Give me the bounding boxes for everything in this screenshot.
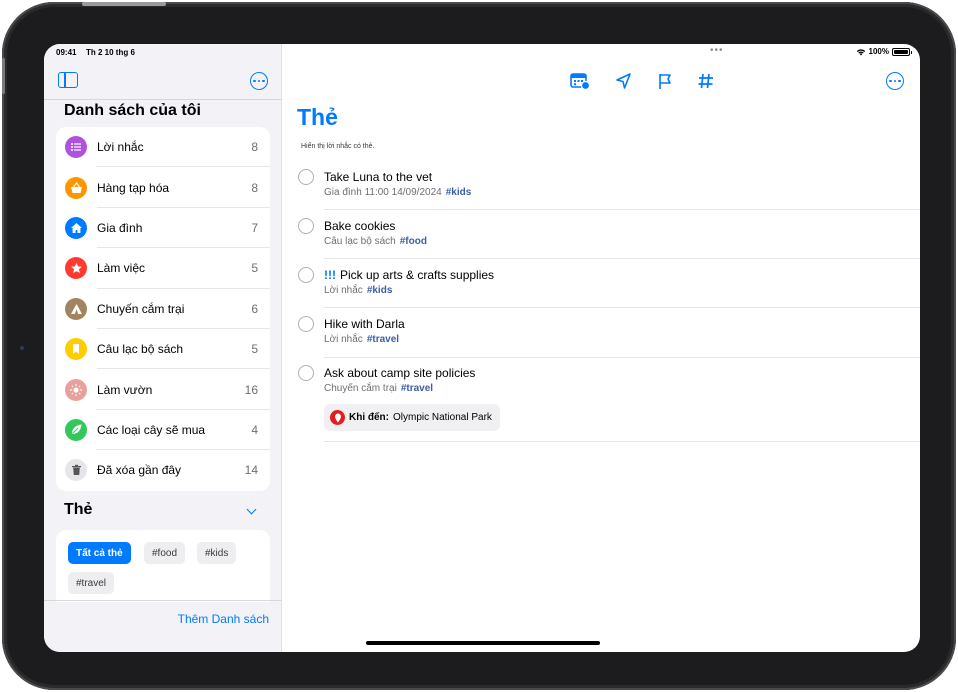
sidebar-more-icon[interactable]: [250, 72, 268, 90]
basket-icon: [65, 176, 87, 199]
status-indicators: 100%: [856, 47, 912, 56]
tag-chip-travel[interactable]: #travel: [68, 572, 115, 594]
add-list-button[interactable]: Thêm Danh sách: [178, 612, 269, 626]
reminder-title[interactable]: Take Luna to the vet: [324, 170, 432, 184]
list-item-label: Chuyến cắm trại: [97, 301, 185, 316]
reminder-meta: Lời nhắc #travel: [324, 334, 400, 345]
location-pin-icon: [330, 410, 345, 425]
list-item-label: Câu lạc bộ sách: [97, 342, 184, 357]
reminder-meta: Chuyến cắm trại #travel: [324, 383, 434, 394]
list-item[interactable]: Câu lạc bộ sách 5: [56, 329, 270, 370]
flag-icon[interactable]: [656, 72, 676, 90]
multitasking-dots-icon[interactable]: •••: [710, 45, 724, 56]
calendar-badge-icon[interactable]: [570, 72, 590, 90]
reminder-title[interactable]: !!! Pick up arts & crafts supplies: [324, 268, 494, 282]
list-item[interactable]: Làm vườn 16: [56, 369, 270, 410]
list-item-label: Các loại cây sẽ mua: [97, 422, 206, 437]
tent-icon: [65, 297, 87, 320]
tag-chip-all[interactable]: Tất cả thẻ: [68, 542, 131, 564]
sidebar-toggle-icon[interactable]: [58, 72, 78, 88]
tags-card: Tất cả thẻ #food #kids #travel: [56, 530, 270, 602]
trash-icon: [65, 459, 87, 482]
reminder-meta: Câu lạc bộ sách #food: [324, 236, 427, 247]
location-trigger-chip[interactable]: Khi đến: Olympic National Park: [324, 404, 500, 431]
reminder-tag[interactable]: #kids: [446, 187, 472, 198]
main-panel: ••• 100% Thẻ Hiển thị lời nhắc có thẻ. T…: [282, 44, 920, 652]
reminder-tag[interactable]: #kids: [367, 285, 393, 296]
reminder-tag[interactable]: #travel: [401, 383, 433, 394]
location-arrow-icon[interactable]: [614, 72, 634, 90]
house-icon: [65, 216, 87, 239]
screen: 09:41 Th 2 10 thg 6 Danh sách của tôi Lờ…: [44, 44, 920, 652]
sun-icon: [65, 378, 87, 401]
page-subtitle: Hiển thị lời nhắc có thẻ.: [301, 143, 375, 150]
priority-marker: !!!: [324, 268, 336, 282]
reminder-meta: Gia đình 11:00 14/09/2024 #kids: [324, 187, 472, 198]
status-date: Th 2 10 thg 6: [86, 48, 135, 57]
list-item-count: 5: [251, 342, 258, 357]
list-item-label: Lời nhắc: [97, 140, 144, 155]
reminder-checkbox[interactable]: [298, 365, 314, 381]
main-more-icon[interactable]: [886, 72, 904, 90]
my-lists-card: Lời nhắc 8 Hàng tạp hóa 8 Gia đình 7 Làm…: [56, 127, 270, 491]
status-time: 09:41: [56, 48, 77, 57]
list-item[interactable]: Các loại cây sẽ mua 4: [56, 410, 270, 451]
reminder-title[interactable]: Bake cookies: [324, 219, 395, 233]
reminder-tag[interactable]: #travel: [367, 334, 399, 345]
list-item-count: 14: [244, 463, 258, 478]
list-item-count: 8: [251, 180, 258, 195]
list-bullet-icon: [65, 136, 87, 159]
ipad-frame: 09:41 Th 2 10 thg 6 Danh sách của tôi Lờ…: [2, 2, 956, 690]
list-item-count: 16: [244, 382, 258, 397]
reminder-checkbox[interactable]: [298, 169, 314, 185]
list-item-label: Đã xóa gần đây: [97, 463, 182, 478]
page-title: Thẻ: [297, 104, 338, 130]
hashtag-icon[interactable]: [696, 72, 716, 90]
battery-icon: [892, 47, 912, 56]
reminder-title[interactable]: Ask about camp site policies: [324, 366, 475, 380]
star-icon: [65, 257, 87, 280]
list-item-count: 4: [251, 422, 258, 437]
reminder-meta: Lời nhắc #kids: [324, 285, 393, 296]
bookmark-icon: [65, 338, 87, 361]
tags-heading: Thẻ: [64, 501, 93, 518]
leaf-icon: [65, 418, 87, 441]
list-item[interactable]: Đã xóa gần đây 14: [56, 450, 270, 490]
tag-chip-food[interactable]: #food: [144, 542, 186, 564]
reminder-checkbox[interactable]: [298, 316, 314, 332]
reminder-tag[interactable]: #food: [400, 236, 427, 247]
tag-chip-kids[interactable]: #kids: [197, 542, 237, 564]
reminder-title[interactable]: Hike with Darla: [324, 317, 405, 331]
home-indicator[interactable]: [366, 641, 600, 645]
list-item[interactable]: Gia đình 7: [56, 208, 270, 249]
list-item[interactable]: Hàng tạp hóa 8: [56, 167, 270, 208]
list-item-label: Làm vườn: [97, 382, 153, 397]
location-trigger-label: Khi đến:: [349, 412, 389, 423]
camera-dot: [20, 346, 24, 350]
list-item[interactable]: Làm việc 5: [56, 248, 270, 289]
list-item-count: 6: [251, 301, 258, 316]
top-button: [82, 2, 166, 6]
list-item[interactable]: Chuyến cắm trại 6: [56, 289, 270, 329]
my-lists-heading: Danh sách của tôi: [64, 102, 201, 119]
sidebar: 09:41 Th 2 10 thg 6 Danh sách của tôi Lờ…: [44, 44, 282, 652]
list-item-count: 5: [251, 261, 258, 276]
battery-percent: 100%: [868, 47, 889, 56]
sidebar-footer-divider: [44, 600, 282, 601]
location-trigger-value: Olympic National Park: [393, 412, 492, 423]
list-item-label: Làm việc: [97, 261, 146, 276]
reminder-checkbox[interactable]: [298, 218, 314, 234]
chevron-down-icon[interactable]: [246, 504, 257, 515]
list-item-count: 8: [251, 140, 258, 155]
list-item[interactable]: Lời nhắc 8: [56, 127, 270, 168]
reminder-checkbox[interactable]: [298, 267, 314, 283]
wifi-icon: [856, 48, 865, 55]
list-item-count: 7: [251, 220, 258, 235]
list-item-label: Gia đình: [97, 220, 143, 235]
list-item-label: Hàng tạp hóa: [97, 180, 170, 195]
sidebar-divider: [44, 99, 282, 100]
side-button: [2, 58, 5, 94]
